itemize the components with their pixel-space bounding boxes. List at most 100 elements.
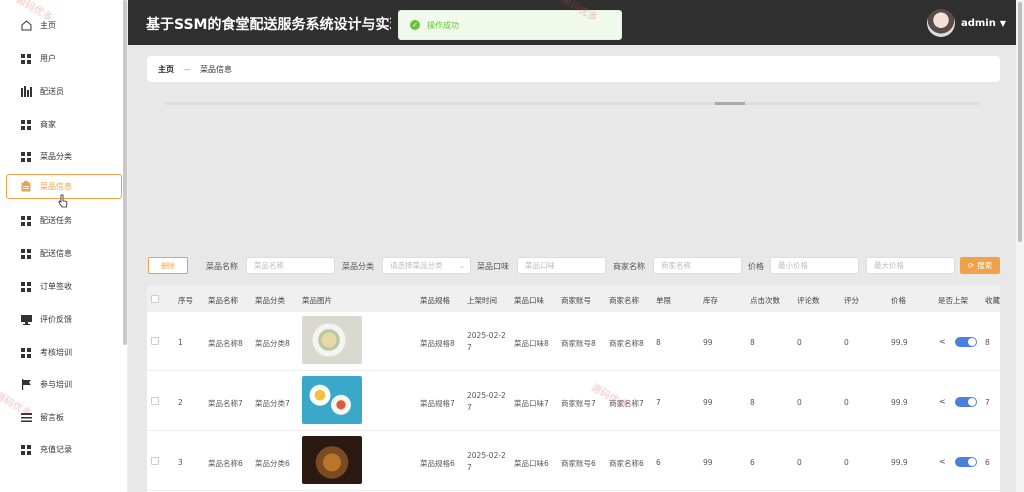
cell-account: 商家账号7 bbox=[561, 399, 596, 408]
sidebar-item-label: 商家 bbox=[40, 120, 56, 129]
sidebar-item-label: 配送任务 bbox=[40, 216, 72, 225]
dish-category-select[interactable]: 请选择菜品分类 ⌄ bbox=[382, 257, 471, 274]
dish-image[interactable] bbox=[302, 316, 362, 364]
cell-account: 商家账号6 bbox=[561, 459, 596, 468]
clipboard-icon bbox=[20, 181, 32, 193]
cell-spec: 菜品规格8 bbox=[420, 339, 455, 348]
user-menu[interactable]: admin ▼ bbox=[926, 9, 1006, 37]
cell-index: 1 bbox=[178, 338, 183, 347]
shop-name-label: 商家名称 bbox=[613, 262, 645, 271]
delete-button[interactable]: 删除 bbox=[148, 257, 188, 274]
shop-name-input[interactable]: 商家名称 bbox=[653, 257, 742, 274]
cell-limit: 8 bbox=[656, 338, 661, 347]
row-checkbox[interactable] bbox=[151, 457, 159, 465]
column-header[interactable]: 单限 bbox=[656, 295, 671, 306]
column-header[interactable]: 收藏 bbox=[985, 295, 1000, 306]
cell-dish-category: 菜品分类8 bbox=[255, 339, 290, 348]
table-row[interactable]: 3 菜品名称6 菜品分类6 菜品规格6 2025-02-2 7 菜品口味6 商家… bbox=[147, 432, 1000, 491]
cell-favorites: 8 bbox=[985, 338, 990, 347]
page-scrollbar[interactable] bbox=[1016, 0, 1024, 492]
sidebar-item-delivery-info[interactable]: 配送信息 bbox=[6, 241, 122, 266]
search-button-label: 搜索 bbox=[977, 261, 993, 270]
flag-icon bbox=[20, 379, 32, 391]
column-header[interactable]: 菜品分类 bbox=[255, 295, 285, 306]
column-header[interactable]: 菜品规格 bbox=[420, 295, 450, 306]
share-icon[interactable]: < bbox=[939, 337, 946, 346]
sidebar-item-join-training[interactable]: 参与培训 bbox=[6, 372, 122, 397]
sidebar-item-label: 菜品分类 bbox=[40, 152, 72, 161]
share-icon[interactable]: < bbox=[939, 397, 946, 406]
table-row[interactable]: 2 菜品名称7 菜品分类7 菜品规格7 2025-02-2 7 菜品口味7 商家… bbox=[147, 372, 1000, 431]
cell-limit: 7 bbox=[656, 398, 661, 407]
column-header[interactable]: 上架时间 bbox=[467, 295, 497, 306]
breadcrumb: 主页 — 菜品信息 bbox=[147, 56, 1000, 82]
cell-dish-name: 菜品名称8 bbox=[208, 339, 243, 348]
search-bar: 删除 菜品名称 菜品名称 菜品分类 请选择菜品分类 ⌄ 菜品口味 菜品口味 商家… bbox=[147, 256, 1000, 276]
table-header: 序号 菜品名称 菜品分类 菜品图片 菜品规格 上架时间 菜品口味 商家账号 商家… bbox=[147, 286, 1000, 312]
column-header[interactable]: 商家名称 bbox=[609, 295, 639, 306]
sidebar-scrollbar[interactable] bbox=[123, 0, 127, 345]
column-header[interactable]: 价格 bbox=[891, 295, 906, 306]
sidebar-item-merchants[interactable]: 商家 bbox=[6, 112, 122, 137]
search-icon: ⟳ bbox=[967, 261, 975, 270]
cell-time-wrap: 7 bbox=[467, 403, 472, 412]
sidebar-item-label: 用户 bbox=[40, 54, 56, 63]
table-row[interactable]: 1 菜品名称8 菜品分类8 菜品规格8 2025-02-2 7 菜品口味8 商家… bbox=[147, 312, 1000, 371]
column-header[interactable]: 是否上架 bbox=[938, 295, 968, 306]
grid-icon bbox=[20, 248, 32, 260]
sidebar-item-home[interactable]: 主页 bbox=[6, 13, 122, 38]
select-all-checkbox[interactable] bbox=[151, 295, 159, 303]
sidebar-item-feedback[interactable]: 评价反馈 bbox=[6, 307, 122, 332]
column-header[interactable]: 评论数 bbox=[797, 295, 820, 306]
search-button[interactable]: ⟳ 搜索 bbox=[960, 257, 1000, 274]
cell-taste: 菜品口味6 bbox=[514, 459, 549, 468]
sidebar-item-couriers[interactable]: 配送员 bbox=[6, 79, 122, 104]
breadcrumb-separator: — bbox=[183, 64, 191, 74]
column-header[interactable]: 点击次数 bbox=[750, 295, 780, 306]
column-header[interactable]: 库存 bbox=[703, 295, 718, 306]
sidebar-item-order-signoff[interactable]: 订单签收 bbox=[6, 274, 122, 299]
breadcrumb-home[interactable]: 主页 bbox=[158, 64, 174, 75]
column-header[interactable]: 评分 bbox=[844, 295, 859, 306]
cell-time-wrap: 7 bbox=[467, 463, 472, 472]
toast-message: 操作成功 bbox=[427, 20, 459, 30]
min-price-input[interactable]: 最小价格 bbox=[770, 257, 859, 274]
cell-stock: 99 bbox=[703, 338, 713, 347]
max-price-input[interactable]: 最大价格 bbox=[866, 257, 955, 274]
row-checkbox[interactable] bbox=[151, 337, 159, 345]
sidebar-item-label: 参与培训 bbox=[40, 380, 72, 389]
column-header[interactable]: 菜品口味 bbox=[514, 295, 544, 306]
column-header[interactable]: 菜品名称 bbox=[208, 295, 238, 306]
grid-icon bbox=[20, 444, 32, 456]
dish-image[interactable] bbox=[302, 376, 362, 424]
cell-price: 99.9 bbox=[891, 338, 908, 347]
cell-shop: 商家名称6 bbox=[609, 459, 644, 468]
dish-taste-input[interactable]: 菜品口味 bbox=[517, 257, 606, 274]
loading-bar bbox=[165, 102, 980, 105]
sidebar: 主页 用户 配送员 商家 菜品分类 菜品信息 配送任务 配送信息 订单签收 评价… bbox=[0, 0, 128, 492]
dish-name-input[interactable]: 菜品名称 bbox=[246, 257, 335, 274]
share-icon[interactable]: < bbox=[939, 457, 946, 466]
cell-shop: 商家名称8 bbox=[609, 339, 644, 348]
on-sale-toggle[interactable] bbox=[955, 337, 977, 347]
sidebar-item-delivery-task[interactable]: 配送任务 bbox=[6, 208, 122, 233]
sidebar-item-recharge[interactable]: 充值记录 bbox=[6, 437, 122, 462]
column-header[interactable]: 菜品图片 bbox=[302, 295, 332, 306]
sidebar-item-label: 考核培训 bbox=[40, 348, 72, 357]
column-header[interactable]: 序号 bbox=[178, 295, 193, 306]
on-sale-toggle[interactable] bbox=[955, 457, 977, 467]
cell-clicks: 8 bbox=[750, 398, 755, 407]
cell-stock: 99 bbox=[703, 398, 713, 407]
sidebar-item-label: 配送信息 bbox=[40, 249, 72, 258]
sidebar-item-dish-category[interactable]: 菜品分类 bbox=[6, 144, 122, 169]
sidebar-item-label: 充值记录 bbox=[40, 445, 72, 454]
bar-chart-icon bbox=[20, 86, 32, 98]
sidebar-item-users[interactable]: 用户 bbox=[6, 46, 122, 71]
breadcrumb-current: 菜品信息 bbox=[200, 64, 232, 74]
sidebar-item-training[interactable]: 考核培训 bbox=[6, 340, 122, 365]
row-checkbox[interactable] bbox=[151, 397, 159, 405]
cell-clicks: 6 bbox=[750, 458, 755, 467]
dish-image[interactable] bbox=[302, 436, 362, 484]
column-header[interactable]: 商家账号 bbox=[561, 295, 591, 306]
on-sale-toggle[interactable] bbox=[955, 397, 977, 407]
